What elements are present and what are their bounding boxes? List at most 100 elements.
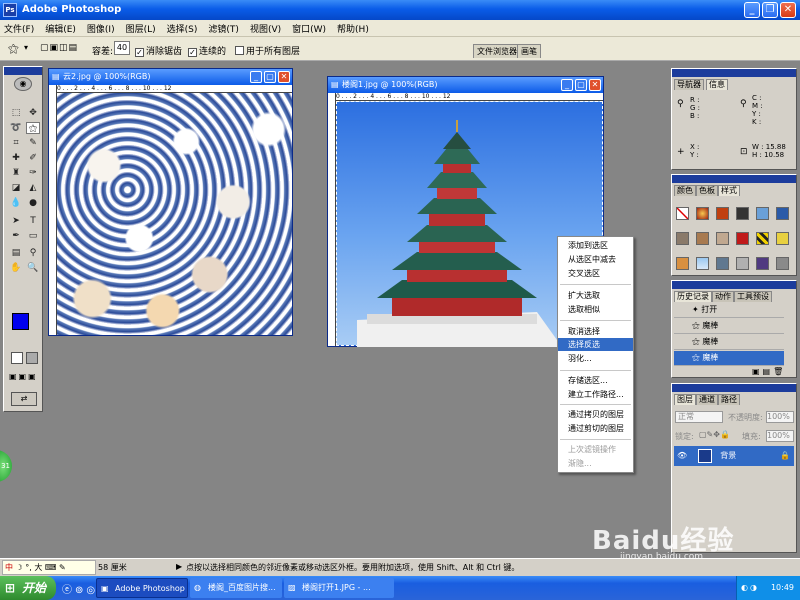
style-swatch[interactable] — [716, 257, 729, 270]
foreground-color-swatch[interactable] — [12, 313, 29, 330]
quick-launch-icons[interactable]: ⓔ⊚◎ — [62, 581, 98, 596]
style-swatch[interactable] — [716, 232, 729, 245]
menu-item-add-to-selection[interactable]: 添加到选区 — [558, 239, 633, 252]
toolbox-header[interactable] — [4, 67, 42, 75]
style-swatch[interactable] — [736, 207, 749, 220]
menu-select[interactable]: 选择(S) — [167, 22, 198, 35]
jump-to-imageready-icon[interactable]: ⇄ — [11, 392, 37, 406]
tool-preset-dropdown[interactable]: ▾ — [24, 43, 28, 52]
eye-icon[interactable]: ◉ — [14, 77, 32, 91]
style-swatch[interactable] — [756, 257, 769, 270]
menu-edit[interactable]: 编辑(E) — [45, 22, 76, 35]
selection-mode-icons[interactable]: ▢▣◫▤ — [40, 43, 78, 53]
tab-color[interactable]: 颜色 — [674, 185, 696, 196]
style-swatch[interactable] — [696, 207, 709, 220]
history-brush-icon[interactable]: ✑ — [26, 167, 40, 179]
contiguous-checkbox[interactable]: ✓ 连续的 — [188, 44, 226, 57]
menu-help[interactable]: 帮助(H) — [337, 22, 369, 35]
ime-toolbar[interactable]: 中 ☽ °, 大 ⌨ ✎ — [2, 560, 96, 575]
panel-header[interactable] — [672, 281, 796, 289]
tab-history[interactable]: 历史记录 — [674, 291, 712, 302]
history-item[interactable]: ⚝ 魔棒 — [674, 319, 784, 334]
menu-item-similar[interactable]: 选取相似 — [558, 303, 633, 316]
hand-tool-icon[interactable]: ✋ — [9, 262, 23, 274]
pen-tool-icon[interactable]: ✒ — [9, 230, 23, 242]
document-window-clouds[interactable]: 云2.jpg @ 100%(RGB) ▤ _ ▢ ✕ 0 . . . 2 . .… — [48, 68, 293, 336]
tab-info[interactable]: 信息 — [706, 79, 728, 90]
menu-item-layer-via-cut[interactable]: 通过剪切的图层 — [558, 422, 633, 435]
shape-tool-icon[interactable]: ▭ — [26, 230, 40, 242]
tab-file-browser[interactable]: 文件浏览器 — [473, 44, 521, 58]
style-swatch[interactable] — [696, 257, 709, 270]
marquee-tool-icon[interactable]: ⬚ — [9, 107, 23, 119]
menu-image[interactable]: 图像(I) — [87, 22, 115, 35]
clouds-close-button[interactable]: ✕ — [278, 71, 290, 83]
panel-header[interactable] — [672, 69, 796, 77]
quick-mask-icon[interactable] — [26, 352, 38, 364]
bucket-tool-icon[interactable]: ◭ — [26, 182, 40, 194]
tab-layers[interactable]: 图层 — [674, 394, 696, 405]
menu-layer[interactable]: 图层(L) — [126, 22, 156, 35]
opacity-input[interactable]: 100% — [766, 411, 794, 423]
tray-icons[interactable]: ◐◑ — [737, 583, 759, 592]
style-swatch[interactable] — [776, 207, 789, 220]
style-swatch[interactable] — [736, 232, 749, 245]
antialias-checkbox[interactable]: ✓ 消除锯齿 — [135, 44, 182, 57]
tab-paths[interactable]: 路径 — [718, 394, 740, 405]
maximize-button[interactable]: ❐ — [762, 2, 778, 18]
menu-item-make-work-path[interactable]: 建立工作路径... — [558, 388, 633, 401]
standard-mode-icon[interactable] — [11, 352, 23, 364]
style-swatch[interactable] — [736, 257, 749, 270]
style-swatch-none[interactable] — [676, 207, 689, 220]
brush-tool-icon[interactable]: ✐ — [26, 152, 40, 164]
panel-header[interactable] — [672, 175, 796, 183]
menu-item-grow[interactable]: 扩大选取 — [558, 289, 633, 302]
minimize-button[interactable]: _ — [744, 2, 760, 18]
style-swatch[interactable] — [756, 207, 769, 220]
magic-wand-icon[interactable]: ⚝ — [8, 42, 19, 56]
all-layers-checkbox[interactable]: 用于所有图层 — [235, 44, 300, 57]
style-swatch[interactable] — [676, 232, 689, 245]
history-item[interactable]: ⚝ 魔棒 — [674, 335, 784, 350]
task-photoshop[interactable]: ▣ Adobe Photoshop — [96, 578, 188, 598]
menu-window[interactable]: 窗口(W) — [292, 22, 326, 35]
tolerance-input[interactable]: 40 — [114, 41, 130, 55]
lock-icons[interactable]: ▢✎✥🔒 — [699, 430, 730, 439]
pagoda-maximize-button[interactable]: ▢ — [575, 79, 587, 91]
menu-item-feather[interactable]: 羽化... — [558, 352, 633, 365]
style-swatch[interactable] — [776, 257, 789, 270]
eraser-tool-icon[interactable]: ◪ — [9, 182, 23, 194]
crop-tool-icon[interactable]: ⌗ — [9, 137, 23, 149]
tab-navigator[interactable]: 导航器 — [674, 79, 704, 90]
tab-brushes[interactable]: 画笔 — [517, 44, 541, 58]
style-swatch[interactable] — [696, 232, 709, 245]
menu-item-inverse[interactable]: 选择反选 — [558, 338, 633, 351]
layer-row-background[interactable]: 👁 背景 🔒 — [674, 446, 794, 466]
menu-file[interactable]: 文件(F) — [4, 22, 34, 35]
style-swatch[interactable] — [676, 257, 689, 270]
tab-actions[interactable]: 动作 — [712, 291, 734, 302]
move-tool-icon[interactable]: ✥ — [26, 107, 40, 119]
pagoda-minimize-button[interactable]: _ — [561, 79, 573, 91]
history-item[interactable]: ✦ 打开 — [674, 303, 784, 318]
screen-mode-icons[interactable]: ▣▣▣ — [9, 372, 39, 384]
menu-view[interactable]: 视图(V) — [250, 22, 281, 35]
style-swatch[interactable] — [716, 207, 729, 220]
clouds-image[interactable] — [57, 93, 292, 335]
healing-brush-icon[interactable]: ✚ — [9, 152, 23, 164]
clouds-minimize-button[interactable]: _ — [250, 71, 262, 83]
menu-item-layer-via-copy[interactable]: 通过拷贝的图层 — [558, 408, 633, 421]
history-item-selected[interactable]: ⚝ 魔棒 — [674, 351, 784, 366]
style-swatch[interactable] — [756, 232, 769, 245]
notes-tool-icon[interactable]: ▤ — [9, 247, 23, 259]
close-button[interactable]: ✕ — [780, 2, 796, 18]
panel-header[interactable] — [672, 384, 796, 392]
menu-item-intersect-selection[interactable]: 交叉选区 — [558, 267, 633, 280]
zoom-tool-icon[interactable]: 🔍 — [26, 262, 40, 274]
stamp-tool-icon[interactable]: ♜ — [9, 167, 23, 179]
start-button[interactable]: ⊞ 开始 — [0, 576, 56, 600]
fill-input[interactable]: 100% — [766, 430, 794, 442]
tab-swatches[interactable]: 色板 — [696, 185, 718, 196]
lasso-tool-icon[interactable]: ➰ — [9, 122, 23, 134]
pagoda-close-button[interactable]: ✕ — [589, 79, 601, 91]
